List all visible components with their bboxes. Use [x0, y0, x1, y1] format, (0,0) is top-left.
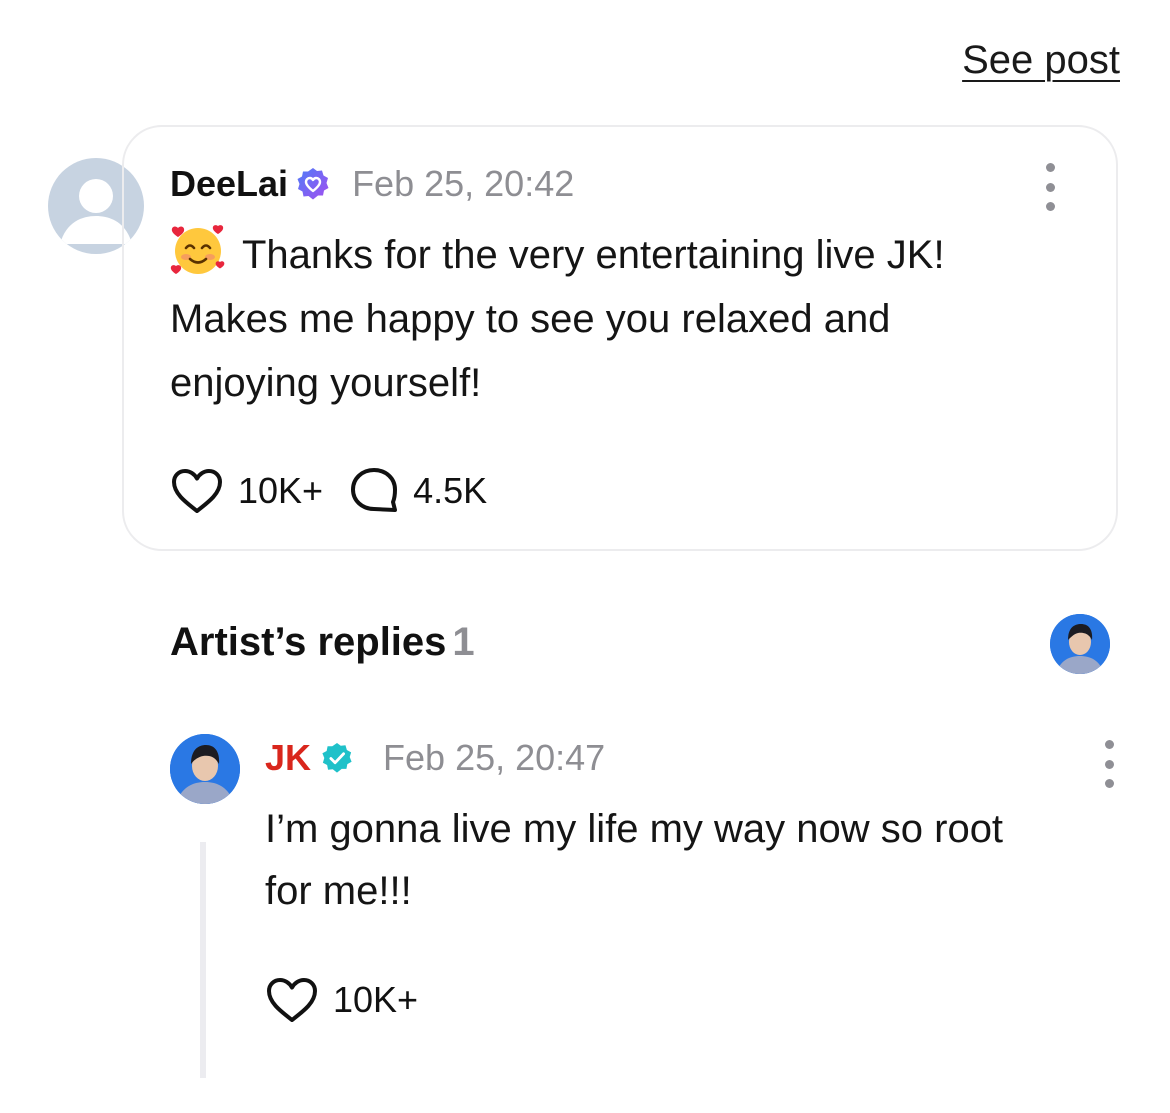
reply-timestamp: Feb 25, 20:47: [383, 737, 606, 778]
smiling-face-with-hearts-emoji-icon: [170, 225, 225, 274]
artist-replies-count: 1: [452, 620, 475, 664]
comment-bubble-icon: [351, 468, 398, 512]
post-more-options-icon[interactable]: [1040, 163, 1060, 211]
post-timestamp: Feb 25, 20:42: [352, 163, 575, 204]
post-like-button[interactable]: 10K+: [170, 467, 323, 515]
post-actions: 10K+ 4.5K: [170, 466, 487, 516]
artist-avatar-small[interactable]: [1050, 614, 1110, 674]
reply-like-count: 10K+: [333, 979, 419, 1020]
post-text-line-1: Thanks for the very entertaining live JK…: [170, 222, 1070, 287]
thread-line: [200, 842, 206, 1078]
reply-like-button[interactable]: 10K+: [265, 976, 418, 1024]
reply-text-line-2: for me!!!: [265, 869, 412, 913]
see-post-link[interactable]: See post: [962, 38, 1120, 83]
post-comment-count: 4.5K: [413, 470, 488, 511]
reply-text-line-1: I’m gonna live my life my way now so roo…: [265, 807, 1004, 851]
post-meta: DeeLai Feb 25, 20:42: [170, 162, 574, 206]
post-text-line-2: Makes me happy to see you relaxed and: [170, 297, 891, 341]
post-like-count: 10K+: [238, 470, 324, 511]
reply-author-name[interactable]: JK: [265, 737, 311, 779]
reply-text: I’m gonna live my life my way now so roo…: [265, 798, 1125, 922]
heart-outline-icon: [267, 978, 317, 1022]
post-text-line-3: enjoying yourself!: [170, 361, 482, 405]
reply-more-options-icon[interactable]: [1099, 740, 1119, 788]
heart-outline-icon: [172, 469, 222, 513]
artist-portrait-icon: [1050, 614, 1110, 674]
post-comment-button[interactable]: 4.5K: [349, 466, 487, 516]
verified-heart-badge-icon: [296, 167, 330, 201]
reply-actions: 10K+: [265, 976, 418, 1024]
artist-replies-header: Artist’s replies 1: [170, 620, 475, 665]
reply-meta: JK Feb 25, 20:47: [265, 736, 605, 780]
reply-author-avatar[interactable]: [170, 734, 240, 804]
post-text: Thanks for the very entertaining live JK…: [170, 222, 1070, 415]
post-text-line-1-content: Thanks for the very entertaining live JK…: [242, 233, 945, 277]
verified-check-badge-icon: [321, 742, 353, 774]
artist-portrait-icon: [170, 734, 240, 804]
artist-replies-title: Artist’s replies: [170, 620, 447, 664]
post-author-name[interactable]: DeeLai: [170, 163, 288, 205]
